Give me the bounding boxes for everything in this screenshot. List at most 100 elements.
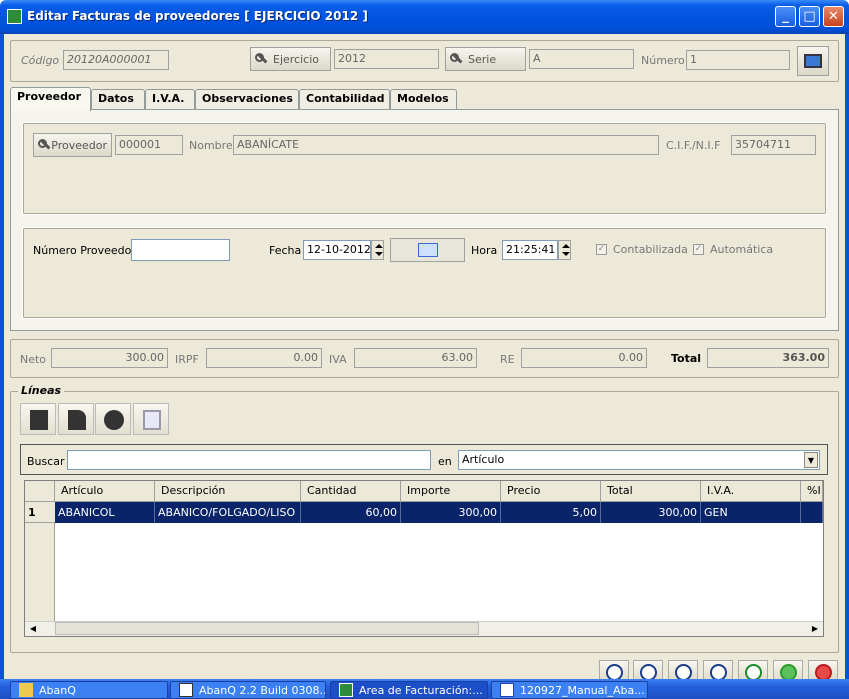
- hora-spinner[interactable]: [558, 240, 571, 260]
- neto-field[interactable]: 300.00: [51, 348, 168, 368]
- lines-table[interactable]: Artículo Descripción Cantidad Importe Pr…: [24, 480, 824, 637]
- col-header-pct[interactable]: %I: [801, 481, 823, 502]
- tab-observaciones[interactable]: Observaciones: [195, 89, 299, 110]
- numero-field[interactable]: 1: [686, 50, 790, 70]
- proveedor-code-field[interactable]: 000001: [115, 135, 183, 155]
- maximize-button[interactable]: □: [799, 6, 820, 27]
- task-abanq[interactable]: AbanQ: [10, 681, 168, 699]
- close-button[interactable]: ✕: [823, 6, 844, 27]
- contabilizada-checkbox[interactable]: ✓: [596, 244, 607, 255]
- buscar-input[interactable]: [67, 450, 431, 470]
- codigo-field[interactable]: 20120A000001: [63, 50, 169, 70]
- scrollbar-thumb[interactable]: [55, 622, 479, 635]
- copy-line-button[interactable]: [133, 403, 169, 435]
- proveedor-button-label: Proveedor: [51, 138, 107, 152]
- task-abanq-build[interactable]: AbanQ 2.2 Build 0308...: [170, 681, 326, 699]
- accept-button[interactable]: [773, 660, 803, 681]
- cell-pct[interactable]: [801, 502, 823, 523]
- tab-proveedor[interactable]: Proveedor: [10, 87, 91, 111]
- en-select[interactable]: Artículo: [458, 450, 820, 470]
- row-number[interactable]: 1: [25, 502, 55, 523]
- col-header-descripcion[interactable]: Descripción: [155, 481, 301, 502]
- nombre-label: Nombre: [189, 139, 233, 152]
- cell-total[interactable]: 300,00: [601, 502, 701, 523]
- monitor-icon: [804, 54, 822, 68]
- scroll-left-icon[interactable]: ◀: [27, 622, 39, 635]
- buscar-label: Buscar: [27, 455, 65, 468]
- task-label: AbanQ: [39, 684, 76, 697]
- cif-label: C.I.F./N.I.F: [666, 139, 721, 152]
- numero-proveedor-input[interactable]: [131, 239, 230, 261]
- new-line-button[interactable]: [20, 403, 56, 435]
- fecha-spinner[interactable]: [371, 240, 384, 260]
- document-icon: [500, 683, 514, 697]
- first-record-button[interactable]: [599, 660, 629, 681]
- serie-button[interactable]: Serie: [445, 47, 526, 71]
- irpf-field[interactable]: 0.00: [206, 348, 322, 368]
- cell-articulo[interactable]: ABANICOL: [55, 502, 155, 523]
- hora-label: Hora: [471, 244, 498, 257]
- calendar-icon: [417, 243, 438, 257]
- tab-contabilidad[interactable]: Contabilidad: [299, 89, 390, 110]
- hora-input[interactable]: 21:25:41: [502, 240, 558, 260]
- iva-field[interactable]: 63.00: [354, 348, 477, 368]
- next-record-button[interactable]: [668, 660, 698, 681]
- folder-icon: [19, 683, 33, 697]
- app-icon: [339, 683, 353, 697]
- task-label: Area de Facturación:...: [359, 684, 483, 697]
- fecha-input[interactable]: 12-10-2012: [303, 240, 371, 260]
- en-select-value: Artículo: [462, 453, 505, 466]
- scroll-right-icon[interactable]: ▶: [809, 622, 821, 635]
- cell-precio[interactable]: 5,00: [501, 502, 601, 523]
- tab-iva[interactable]: I.V.A.: [145, 89, 195, 110]
- delete-line-button[interactable]: [95, 403, 131, 435]
- numero-label: Número: [641, 54, 685, 67]
- re-field[interactable]: 0.00: [521, 348, 647, 368]
- edit-document-icon: [68, 410, 86, 430]
- automatica-label: Automática: [710, 243, 774, 256]
- codigo-label: Código: [21, 54, 60, 67]
- fecha-label: Fecha: [269, 244, 302, 257]
- table-corner: [25, 481, 55, 502]
- tab-datos[interactable]: Datos: [91, 89, 145, 110]
- cell-iva[interactable]: GEN: [701, 502, 801, 523]
- tab-modelos[interactable]: Modelos: [390, 89, 457, 110]
- col-header-precio[interactable]: Precio: [501, 481, 601, 502]
- calendar-button[interactable]: [390, 238, 465, 262]
- wrench-icon: [255, 52, 269, 66]
- lineas-title: Líneas: [18, 384, 65, 397]
- col-header-cantidad[interactable]: Cantidad: [301, 481, 401, 502]
- task-manual[interactable]: 120927_Manual_Aba...: [491, 681, 648, 699]
- col-header-iva[interactable]: I.V.A.: [701, 481, 801, 502]
- neto-label: Neto: [20, 353, 47, 366]
- cell-cantidad[interactable]: 60,00: [301, 502, 401, 523]
- task-label: AbanQ 2.2 Build 0308...: [199, 684, 326, 697]
- previous-record-button[interactable]: [633, 660, 663, 681]
- col-header-total[interactable]: Total: [601, 481, 701, 502]
- cif-field[interactable]: 35704711: [731, 135, 816, 155]
- last-record-button[interactable]: [703, 660, 733, 681]
- accept-continue-button[interactable]: [738, 660, 768, 681]
- total-field[interactable]: 363.00: [707, 348, 829, 368]
- ejercicio-button[interactable]: Ejercicio: [250, 47, 331, 71]
- col-header-importe[interactable]: Importe: [401, 481, 501, 502]
- nombre-field[interactable]: ABANÍCATE: [233, 135, 659, 155]
- ejercicio-button-label: Ejercicio: [273, 52, 319, 66]
- minimize-button[interactable]: _: [775, 6, 796, 27]
- cell-descripcion[interactable]: ABANICO/FOLGADO/LISO: [155, 502, 301, 523]
- col-header-articulo[interactable]: Artículo: [55, 481, 155, 502]
- cell-importe[interactable]: 300,00: [401, 502, 501, 523]
- serie-field[interactable]: A: [529, 49, 634, 69]
- ejercicio-field[interactable]: 2012: [334, 49, 439, 69]
- iva-label: IVA: [329, 353, 347, 366]
- automatica-checkbox[interactable]: ✓: [693, 244, 704, 255]
- edit-line-button[interactable]: [58, 403, 94, 435]
- chevron-down-icon[interactable]: ▼: [804, 452, 818, 468]
- task-area-facturacion[interactable]: Area de Facturación:...: [330, 681, 488, 699]
- total-label: Total: [671, 352, 702, 365]
- cancel-button[interactable]: [808, 660, 838, 681]
- wrench-icon: [38, 138, 48, 152]
- monitor-button[interactable]: [797, 46, 829, 76]
- proveedor-button[interactable]: Proveedor: [33, 133, 112, 157]
- app-icon: [7, 9, 22, 24]
